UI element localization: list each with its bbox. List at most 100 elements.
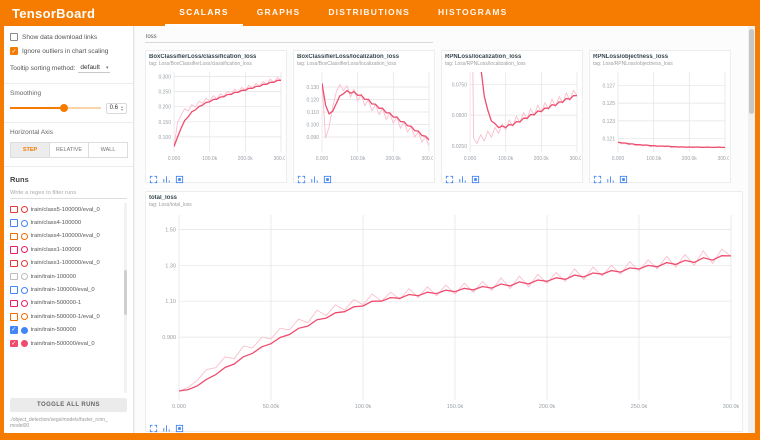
pin-icon[interactable] [471,171,480,180]
tab-histograms[interactable]: HISTOGRAMS [424,0,521,26]
svg-text:1.50: 1.50 [165,227,176,233]
svg-text:150.0k: 150.0k [447,404,464,410]
run-color-circle [21,273,28,280]
smoothing-spinner[interactable]: ▴ ▾ [121,105,123,112]
tab-scalars[interactable]: SCALARS [165,0,243,26]
chart-card: RPNLoss/localization_losstag: Loss/RPNLo… [441,50,583,183]
svg-text:0.100: 0.100 [306,123,319,129]
fit-domain-icon[interactable] [458,171,467,180]
pin-icon[interactable] [175,420,184,429]
expand-icon[interactable] [445,171,454,180]
main-scrollbar-thumb[interactable] [749,29,754,114]
chart-actions [297,171,431,180]
axis-wall-button[interactable]: WALL [88,142,128,158]
chart-title: RPNLoss/objectness_loss [593,54,727,60]
tooltip-sorting-select[interactable]: default ▾ [78,63,110,73]
pin-icon[interactable] [175,171,184,180]
run-list-scrollbar[interactable] [124,203,127,393]
chart-tag: tag: Loss/total_loss [149,202,739,208]
smoothing-value-box[interactable]: 0.6 ▴ ▾ [106,103,127,114]
fit-domain-icon[interactable] [310,171,319,180]
svg-text:0.000: 0.000 [168,156,181,162]
svg-text:0.130: 0.130 [306,85,319,91]
svg-text:200.0k: 200.0k [534,156,550,162]
total-loss-section: total_losstag: Loss/total_loss0.00050.00… [145,191,744,432]
toggle-all-runs-button[interactable]: TOGGLE ALL RUNS [10,398,127,412]
tab-graphs[interactable]: GRAPHS [243,0,315,26]
show-download-label: Show data download links [22,34,97,41]
axis-step-button[interactable]: STEP [10,142,50,158]
smoothing-slider-handle[interactable] [60,104,68,112]
chart-tag: tag: Loss/RPNLoss/localization_loss [445,61,579,67]
svg-text:0.090: 0.090 [306,135,319,141]
logdir-path-line2: model00 [10,423,127,429]
main-scrollbar[interactable] [748,26,755,433]
run-label: train/class1-100000 [31,247,82,253]
run-checkbox[interactable] [10,286,18,294]
svg-text:0.110: 0.110 [307,110,319,116]
run-color-circle [21,233,28,240]
run-label: train/class1-100000/eval_0 [31,260,100,266]
expand-icon[interactable] [593,171,602,180]
svg-text:0.200: 0.200 [158,105,171,111]
show-download-checkbox[interactable] [10,33,18,41]
run-row[interactable]: train/train-500000-1 [10,297,122,310]
run-list-scrollbar-thumb[interactable] [124,270,127,315]
run-row[interactable]: train/class1-100000/eval_0 [10,257,122,270]
ignore-outliers-checkbox[interactable]: ✓ [10,47,18,55]
run-row[interactable]: train/train-100000 [10,270,122,283]
run-checkbox[interactable] [10,219,18,227]
run-checkbox[interactable] [10,300,18,308]
run-checkbox[interactable] [10,206,18,214]
svg-text:250.0k: 250.0k [631,404,648,410]
run-row[interactable]: train/train-500000-1/eval_0 [10,310,122,323]
show-download-row[interactable]: Show data download links [10,33,127,41]
run-color-circle [21,260,28,267]
expand-icon[interactable] [149,420,158,429]
run-row[interactable]: train/train-100000/eval_0 [10,283,122,296]
run-row[interactable]: train/class5-100000/eval_0 [10,203,122,216]
run-filter-input[interactable] [10,188,127,199]
run-color-circle [21,300,28,307]
tab-distributions[interactable]: DISTRIBUTIONS [314,0,424,26]
chart-card: BoxClassifierLoss/localization_losstag: … [293,50,435,183]
fit-domain-icon[interactable] [162,420,171,429]
tooltip-sorting-row: Tooltip sorting method: default ▾ [10,63,127,73]
run-row[interactable]: ✓train/train-500000/eval_0 [10,337,122,350]
line-chart[interactable]: 0.000100.0k200.0k300.0k0.1000.1500.2000.… [149,68,285,164]
run-row[interactable]: train/class1-100000 [10,243,122,256]
axis-relative-button[interactable]: RELATIVE [49,142,89,158]
svg-text:0.0500: 0.0500 [452,113,468,119]
ignore-outliers-row[interactable]: ✓ Ignore outliers in chart scaling [10,47,127,55]
run-checkbox[interactable] [10,273,18,281]
pin-icon[interactable] [619,171,628,180]
spinner-down-icon[interactable]: ▾ [121,108,123,112]
line-chart[interactable]: 0.000100.0k200.0k300.0k0.0900.1000.1100.… [297,68,433,164]
run-checkbox[interactable] [10,313,18,321]
fit-domain-icon[interactable] [162,171,171,180]
line-chart[interactable]: 0.000100.0k200.0k300.0k0.1210.1230.1250.… [593,68,729,164]
svg-text:100.0k: 100.0k [498,156,514,162]
expand-icon[interactable] [297,171,306,180]
run-checkbox[interactable] [10,246,18,254]
line-chart[interactable]: 0.000100.0k200.0k300.0k0.02500.05000.075… [445,68,581,164]
svg-text:0.0250: 0.0250 [452,144,468,150]
filter-tags-input[interactable] [145,32,433,43]
run-checkbox[interactable]: ✓ [10,340,18,348]
run-checkbox[interactable]: ✓ [10,326,18,334]
run-row[interactable]: ✓train/train-500000 [10,324,122,337]
app-logo[interactable]: TensorBoard [12,6,95,21]
line-chart[interactable]: 0.00050.00k100.0k150.0k200.0k250.0k300.0… [149,209,739,413]
fit-domain-icon[interactable] [606,171,615,180]
expand-icon[interactable] [149,171,158,180]
svg-text:0.300: 0.300 [158,75,171,81]
run-row[interactable]: train/class4-100000 [10,216,122,229]
ignore-outliers-label: Ignore outliers in chart scaling [22,48,108,55]
run-checkbox[interactable] [10,233,18,241]
pin-icon[interactable] [323,171,332,180]
smoothing-slider-fill [10,107,64,109]
run-row[interactable]: train/class4-100000/eval_0 [10,230,122,243]
svg-text:0.000: 0.000 [612,156,625,162]
run-checkbox[interactable] [10,260,18,268]
smoothing-slider[interactable] [10,107,101,109]
